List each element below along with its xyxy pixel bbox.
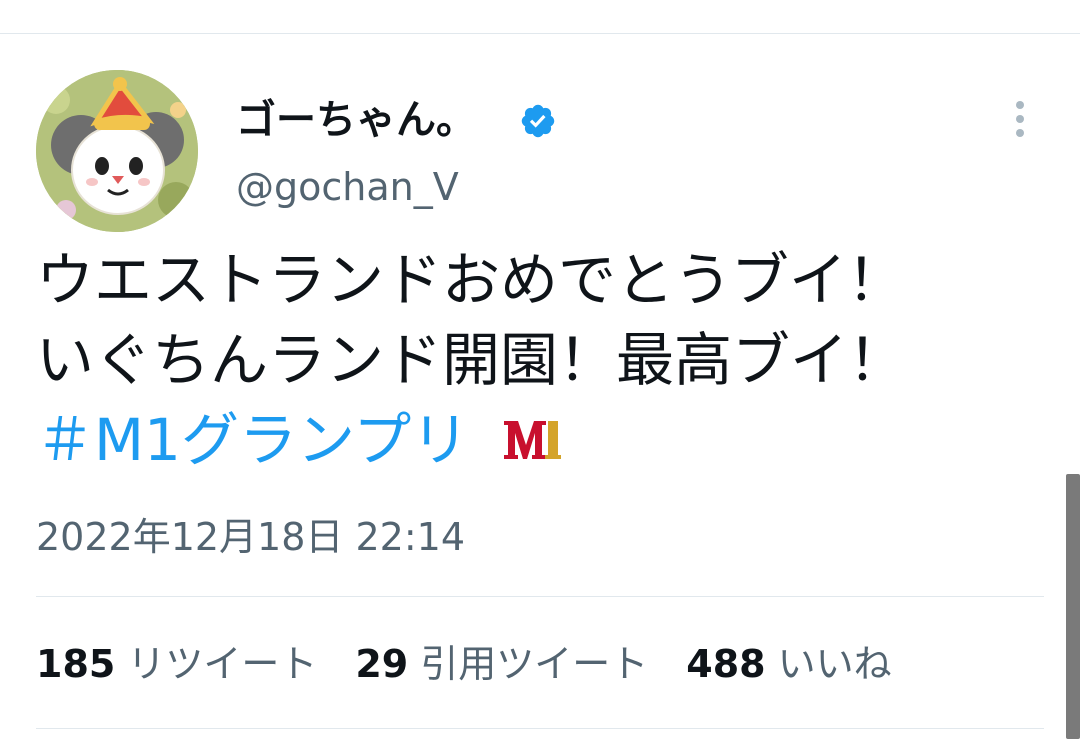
more-options-icon[interactable] <box>1004 98 1036 140</box>
retweets-label: リツイート <box>127 642 318 686</box>
quote-tweets-label: 引用ツイート <box>420 642 649 686</box>
likes-count: 488 <box>686 642 766 686</box>
user-handle[interactable]: @gochan_V <box>236 162 459 212</box>
tweet-line-3: ＃M1グランプリ <box>36 400 1046 480</box>
panda-mascot-icon <box>36 70 198 232</box>
verified-badge-icon <box>521 104 555 138</box>
engagement-stats: 185 リツイート 29 引用ツイート 488 いいね <box>36 638 930 690</box>
m1-logo-icon <box>503 420 561 459</box>
top-divider <box>0 33 1080 34</box>
tweet-text: ウエストランドおめでとうブイ！ いぐちんランド開園！最高ブイ！ ＃M1グランプリ <box>36 240 1046 480</box>
display-name[interactable]: ゴーちゃん。 <box>236 92 476 148</box>
stats-top-divider <box>36 596 1044 597</box>
avatar[interactable] <box>36 70 198 232</box>
tweet-timestamp[interactable]: 2022年12月18日 22:14 <box>36 512 465 562</box>
retweets-count: 185 <box>36 642 116 686</box>
retweets-stat[interactable]: 185 リツイート <box>36 638 317 690</box>
scrollbar-thumb[interactable] <box>1066 474 1080 739</box>
quote-tweets-stat[interactable]: 29 引用ツイート <box>355 638 648 690</box>
likes-label: いいね <box>777 642 892 686</box>
stats-bottom-divider <box>36 728 1044 729</box>
quote-tweets-count: 29 <box>355 642 409 686</box>
likes-stat[interactable]: 488 いいね <box>686 638 891 690</box>
hashtag-link[interactable]: ＃M1グランプリ <box>36 406 469 474</box>
tweet-line-2: いぐちんランド開園！最高ブイ！ <box>36 326 907 394</box>
tweet-line-1: ウエストランドおめでとうブイ！ <box>36 246 905 314</box>
